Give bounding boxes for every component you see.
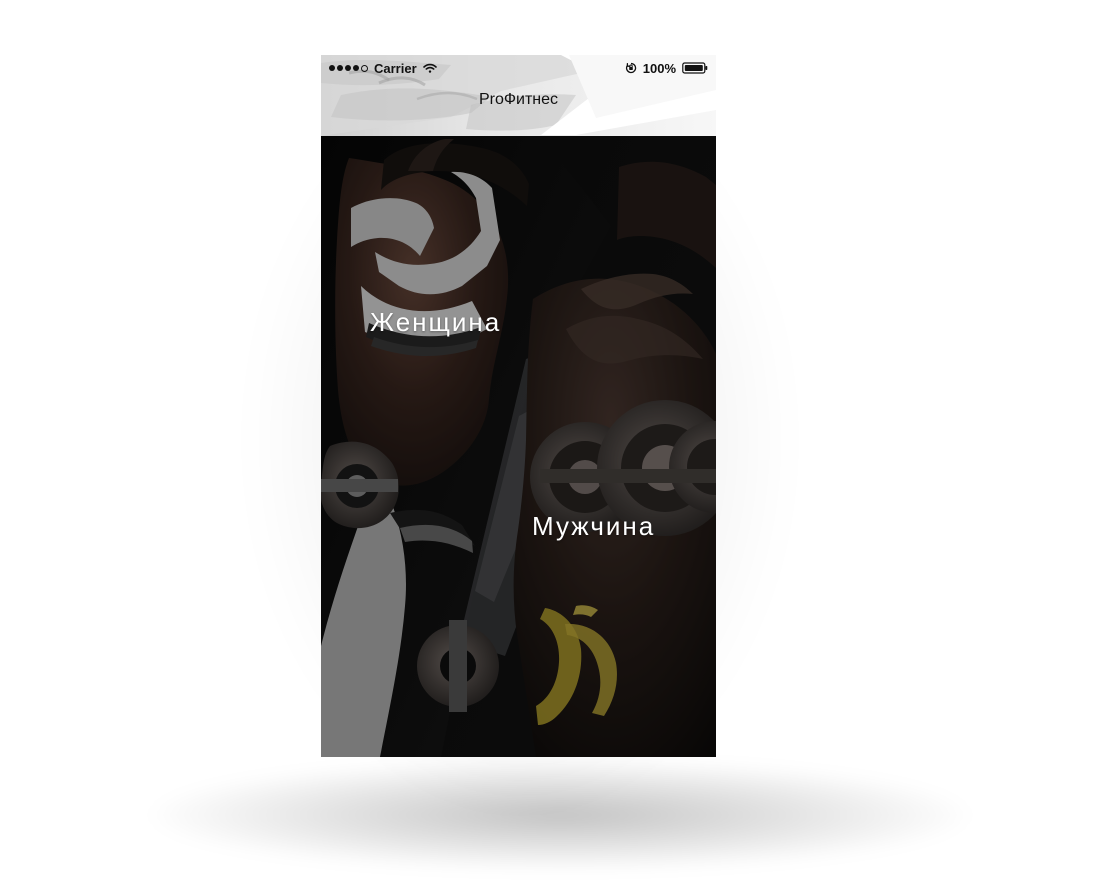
battery-icon — [682, 62, 708, 74]
app-title: ProФитнес — [478, 91, 559, 108]
hero-artwork — [321, 136, 716, 757]
status-left: Carrier — [329, 61, 437, 76]
floor-shadow — [150, 760, 970, 870]
carrier-label: Carrier — [374, 60, 417, 76]
women-option[interactable]: Женщина — [370, 307, 501, 338]
battery-percent: 100% — [642, 60, 676, 76]
signal-icon — [329, 64, 368, 72]
status-right: 100% — [625, 61, 708, 76]
signal-dot — [337, 65, 343, 71]
signal-dot — [329, 65, 335, 71]
phone-screen: Carrier 100% ProФитнес Женщина Мужчина — [321, 55, 716, 757]
gender-selection-hero: Женщина Мужчина — [321, 136, 716, 757]
app-header: Carrier 100% ProФитнес — [321, 55, 716, 136]
rotation-lock-icon — [625, 62, 637, 74]
status-bar: Carrier 100% — [329, 60, 708, 76]
men-option[interactable]: Мужчина — [532, 511, 655, 542]
signal-dot — [361, 64, 368, 72]
signal-dot — [345, 65, 351, 71]
wifi-icon — [422, 63, 437, 73]
signal-dot — [353, 65, 359, 71]
